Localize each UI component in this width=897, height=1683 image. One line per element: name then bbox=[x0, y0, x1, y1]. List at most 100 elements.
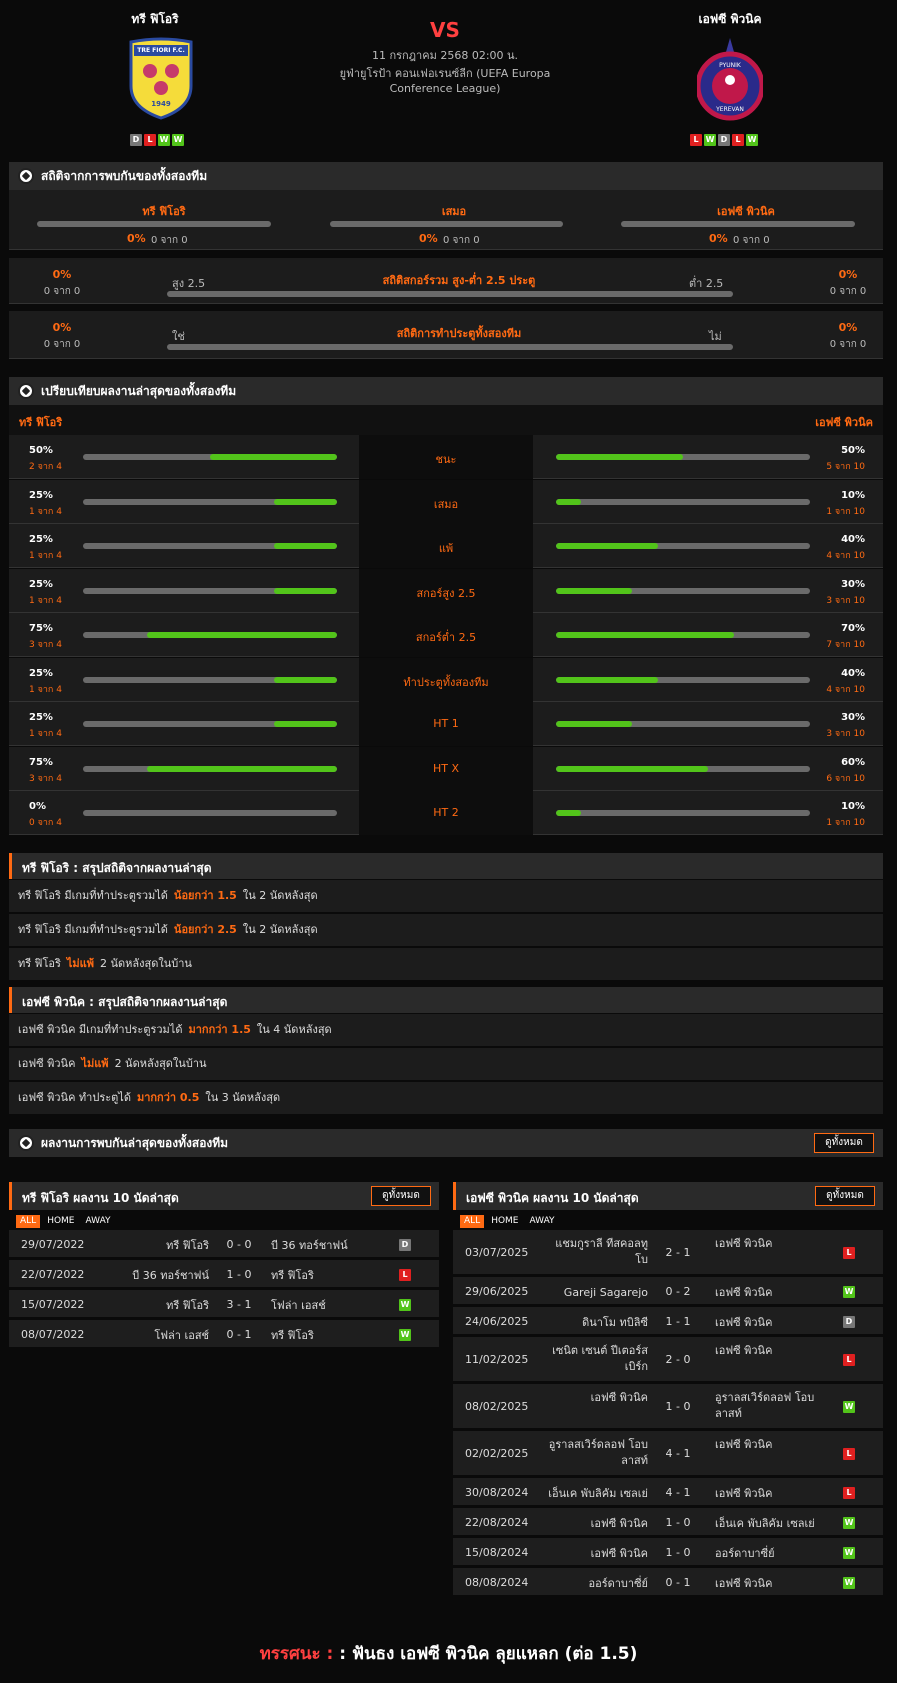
btts-left-of: 0 จาก 0 bbox=[43, 339, 81, 350]
away-pct: 30% bbox=[841, 578, 865, 590]
match-away[interactable]: เอฟซี พิวนิค bbox=[715, 1486, 825, 1502]
result-badge: L bbox=[843, 1448, 855, 1460]
match-home[interactable]: เอ็นเค พับลิคัม เซลเย่ bbox=[543, 1486, 648, 1502]
match-row[interactable]: 08/02/2025 เอฟซี พิวนิค 1 - 0 อูราลสเวิร์ดล… bbox=[453, 1384, 883, 1430]
home-bar-fill bbox=[146, 765, 337, 772]
match-row[interactable]: 03/07/2025 แชมกูราลี ทีสคอลทูโบ 2 - 1 เอฟซี… bbox=[453, 1230, 883, 1276]
match-home[interactable]: แชมกูราลี ทีสคอลทูโบ bbox=[543, 1236, 648, 1268]
match-home[interactable]: ทรี ฟิโอริ bbox=[99, 1238, 209, 1254]
match-away[interactable]: ทรี ฟิโอริ bbox=[271, 1268, 381, 1284]
away-team-logo[interactable]: PYUNIK YEREVAN bbox=[695, 36, 765, 122]
match-score: 0 - 1 bbox=[226, 1327, 252, 1341]
filter-tab-all[interactable]: ALL bbox=[16, 1215, 41, 1228]
h2h-summary-row: ทรี ฟิโอริ 0% 0 จาก 0 เสมอ 0% 0 จาก 0 เอ… bbox=[9, 190, 883, 250]
match-date: 29/06/2025 bbox=[465, 1284, 529, 1298]
home-form: DLWW bbox=[130, 132, 186, 146]
away-bar bbox=[556, 498, 810, 505]
match-home[interactable]: เซนิต เซนต์ ปีเตอร์สเบิร์ก bbox=[543, 1343, 648, 1375]
match-row[interactable]: 22/07/2022 บี 36 ทอร์ชาฟน์ 1 - 0 ทรี ฟิโอริ… bbox=[9, 1260, 439, 1289]
match-row[interactable]: 11/02/2025 เซนิต เซนต์ ปีเตอร์สเบิร์ก 2 - … bbox=[453, 1337, 883, 1383]
home-summary-title: ทรี ฟิโอริ : สรุปสถิติจากผลงานล่าสุด bbox=[22, 861, 212, 875]
away-bar bbox=[556, 676, 810, 683]
btts-bar bbox=[167, 344, 733, 350]
match-away[interactable]: เอฟซี พิวนิค bbox=[715, 1343, 825, 1359]
league-name-line2[interactable]: Conference League) bbox=[320, 82, 570, 95]
home-team-name[interactable]: ทรี ฟิโอริ bbox=[75, 10, 235, 29]
result-badge: L bbox=[843, 1247, 855, 1259]
result-badge: W bbox=[843, 1516, 855, 1529]
away-summary-header: เอฟซี พิวนิค : สรุปสถิติจากผลงานล่าสุด bbox=[9, 987, 883, 1013]
match-row[interactable]: 15/07/2022 ทรี ฟิโอริ 3 - 1 โฟล่า เอสช์ W bbox=[9, 1290, 439, 1319]
away-logo-text2: YEREVAN bbox=[716, 106, 744, 113]
view-all-button[interactable]: ดูทั้งหมด bbox=[814, 1133, 874, 1153]
away-team-name[interactable]: เอฟซี พิวนิค bbox=[650, 10, 810, 29]
filter-tab-away[interactable]: AWAY bbox=[82, 1215, 115, 1228]
league-name-line1[interactable]: ยูฟ่ายูโรป้า คอนเฟอเรนซ์ลีก (UEFA Europa bbox=[320, 64, 570, 82]
football-icon bbox=[18, 1135, 34, 1151]
match-away[interactable]: เอฟซี พิวนิค bbox=[715, 1576, 825, 1592]
match-away[interactable]: เอฟซี พิวนิค bbox=[715, 1315, 825, 1331]
match-home[interactable]: ทรี ฟิโอริ bbox=[99, 1298, 209, 1314]
h2h-draw-bar bbox=[330, 221, 563, 227]
compare-row: 25% 1 จาก 4 สกอร์สูง 2.5 30% 3 จาก 10 bbox=[9, 568, 883, 613]
match-home[interactable]: เอฟซี พิวนิค bbox=[543, 1516, 648, 1532]
away-view-all-button[interactable]: ดูทั้งหมด bbox=[815, 1186, 875, 1206]
home-bar bbox=[83, 587, 337, 594]
match-home[interactable]: บี 36 ทอร์ชาฟน์ bbox=[99, 1268, 209, 1284]
match-away[interactable]: โฟล่า เอสช์ bbox=[271, 1298, 381, 1314]
filter-tab-away[interactable]: AWAY bbox=[526, 1215, 559, 1228]
match-away[interactable]: เอฟซี พิวนิค bbox=[715, 1437, 825, 1453]
match-row[interactable]: 15/08/2024 เอฟซี พิวนิค 1 - 0 ออร์ดาบาซี่ย์… bbox=[453, 1538, 883, 1567]
summary-post: ใน 4 นัดหลังสุด bbox=[256, 1023, 332, 1036]
match-away[interactable]: ทรี ฟิโอริ bbox=[271, 1328, 381, 1344]
prediction-label: ทรรศนะ : bbox=[259, 1644, 334, 1664]
compare-label: แพ้ bbox=[438, 542, 454, 555]
h2h-section-title: สถิติจากการพบกันของทั้งสองทีม bbox=[41, 169, 208, 183]
home-view-all-button[interactable]: ดูทั้งหมด bbox=[371, 1186, 431, 1206]
home-filter-tabs: ALL HOME AWAY bbox=[16, 1213, 118, 1228]
home-team-logo[interactable]: TRE FIORI F.C. 1949 bbox=[128, 36, 194, 120]
away-bar-fill bbox=[556, 454, 683, 460]
home-of: 0 จาก 4 bbox=[29, 818, 62, 828]
compare-section-title: เปรียบเทียบผลงานล่าสุดของทั้งสองทีม bbox=[41, 384, 237, 398]
filter-tab-home[interactable]: HOME bbox=[43, 1215, 78, 1228]
match-row[interactable]: 24/06/2025 ดินาโม ทบิลิซี 1 - 1 เอฟซี พิวนิ… bbox=[453, 1307, 883, 1336]
match-home[interactable]: ออร์ดาบาซี่ย์ bbox=[543, 1576, 648, 1592]
match-row[interactable]: 29/07/2022 ทรี ฟิโอริ 0 - 0 บี 36 ทอร์ชาฟน์… bbox=[9, 1230, 439, 1259]
away-of: 5 จาก 10 bbox=[826, 462, 865, 472]
compare-label: เสมอ bbox=[433, 497, 459, 511]
match-home[interactable]: โฟล่า เอสช์ bbox=[99, 1328, 209, 1344]
match-row[interactable]: 30/08/2024 เอ็นเค พับลิคัม เซลเย่ 4 - 1 เอฟ… bbox=[453, 1478, 883, 1507]
compare-home-name: ทรี ฟิโอริ bbox=[19, 416, 63, 429]
match-row[interactable]: 22/08/2024 เอฟซี พิวนิค 1 - 0 เอ็นเค พับลิค… bbox=[453, 1508, 883, 1537]
match-row[interactable]: 08/08/2024 ออร์ดาบาซี่ย์ 0 - 1 เอฟซี พิวนิค… bbox=[453, 1568, 883, 1597]
match-away[interactable]: เอฟซี พิวนิค bbox=[715, 1236, 825, 1252]
match-home[interactable]: เอฟซี พิวนิค bbox=[543, 1546, 648, 1562]
ou-left-of: 0 จาก 0 bbox=[43, 286, 81, 297]
home-bar bbox=[83, 676, 337, 683]
match-row[interactable]: 08/07/2022 โฟล่า เอสช์ 0 - 1 ทรี ฟิโอริ W bbox=[9, 1320, 439, 1349]
ou-right-of: 0 จาก 0 bbox=[829, 286, 867, 297]
compare-label: ชนะ bbox=[435, 453, 457, 466]
match-away[interactable]: เอฟซี พิวนิค bbox=[715, 1285, 825, 1301]
match-away[interactable]: ออร์ดาบาซี่ย์ bbox=[715, 1546, 825, 1562]
match-row[interactable]: 29/06/2025 Gareji Sagarejo 0 - 2 เอฟซี พิวน… bbox=[453, 1277, 883, 1306]
match-home[interactable]: ดินาโม ทบิลิซี bbox=[543, 1315, 648, 1331]
match-home[interactable]: Gareji Sagarejo bbox=[543, 1285, 648, 1301]
match-score: 0 - 1 bbox=[665, 1575, 691, 1589]
match-home[interactable]: เอฟซี พิวนิค bbox=[543, 1390, 648, 1406]
filter-tab-all[interactable]: ALL bbox=[460, 1215, 485, 1228]
filter-tab-home[interactable]: HOME bbox=[487, 1215, 522, 1228]
match-away[interactable]: เอ็นเค พับลิคัม เซลเย่ bbox=[715, 1516, 825, 1532]
match-away[interactable]: บี 36 ทอร์ชาฟน์ bbox=[271, 1238, 381, 1254]
away-pct: 30% bbox=[841, 712, 865, 723]
btts-row: 0% 0 จาก 0 ใช่ สถิติการทำประตูทั้งสองทีม… bbox=[9, 311, 883, 359]
home-recent-title: ทรี ฟิโอริ ผลงาน 10 นัดล่าสุด bbox=[22, 1191, 179, 1205]
match-away[interactable]: อูราลสเวิร์ดลอฟ โอบลาสท์ bbox=[715, 1390, 825, 1422]
compare-label-cell: ชนะ bbox=[359, 435, 533, 479]
btts-title: สถิติการทำประตูทั้งสองทีม bbox=[396, 327, 522, 340]
match-home[interactable]: อูราลสเวิร์ดลอฟ โอบลาสท์ bbox=[543, 1437, 648, 1469]
match-row[interactable]: 02/02/2025 อูราลสเวิร์ดลอฟ โอบลาสท์ 4 - 1 เ… bbox=[453, 1431, 883, 1477]
h2h-home-label: ทรี ฟิโอริ bbox=[142, 205, 186, 218]
page: { "match":{"home":"ทรี ฟิโอริ","away":"เ… bbox=[0, 0, 897, 1683]
